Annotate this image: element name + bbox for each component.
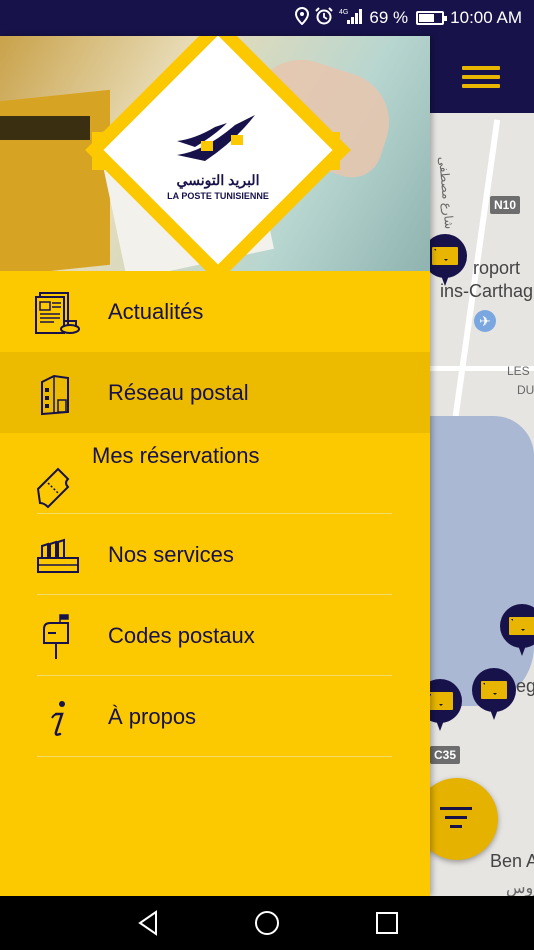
newspaper-icon <box>35 292 80 334</box>
menu-item-label: Mes réservations <box>92 443 260 468</box>
menu-item-label: Codes postaux <box>108 622 255 648</box>
post-office-pin[interactable] <box>430 234 467 288</box>
logo-latin-text: LA POSTE TUNISIENNE <box>167 191 269 201</box>
logo-arabic-text: البريد التونسي <box>176 172 260 188</box>
ticket-icon <box>36 467 70 509</box>
map-view[interactable]: شارع مصطفى N10 roport ins-Carthag ✈ LES … <box>430 36 534 896</box>
recents-icon[interactable] <box>372 908 402 938</box>
building-icon <box>41 374 69 416</box>
menu-item-reseau-postal[interactable]: Réseau postal <box>0 352 430 433</box>
menu-item-nos-services[interactable]: Nos services <box>0 514 430 595</box>
svg-text:4G: 4G <box>339 9 348 16</box>
map-label: eg <box>516 676 534 696</box>
map-header <box>430 36 534 113</box>
poste-logo-icon <box>177 115 255 161</box>
info-icon <box>51 701 65 736</box>
system-nav-bar <box>0 896 534 950</box>
menu-item-label: Nos services <box>108 541 234 567</box>
map-label: DU <box>517 383 534 397</box>
map-label: LES <box>507 364 530 378</box>
post-office-pin[interactable] <box>472 668 516 722</box>
menu-divider <box>37 756 392 757</box>
battery-level <box>419 14 435 22</box>
post-office-pin[interactable] <box>430 679 462 733</box>
location-icon <box>295 6 310 29</box>
clock: 10:00 AM <box>450 8 522 27</box>
list-menu-icon[interactable] <box>462 66 500 88</box>
battery-icon <box>416 11 448 25</box>
menu-item-actualites[interactable]: Actualités <box>0 271 430 352</box>
menu-item-label: Actualités <box>108 298 204 324</box>
navigation-drawer: البريد التونسي LA POSTE TUNISIENNE Actua… <box>0 36 430 896</box>
airport-icon: ✈ <box>474 310 496 332</box>
road-badge: N10 <box>490 196 521 214</box>
map-label: Ben A <box>490 851 534 871</box>
map-water <box>430 416 534 706</box>
menu-item-a-propos[interactable]: À propos <box>0 676 430 757</box>
menu-item-codes-postaux[interactable]: Codes postaux <box>0 595 430 676</box>
alarm-icon <box>315 7 334 29</box>
home-icon[interactable] <box>252 908 282 938</box>
battery-percent: 69 % <box>369 8 409 27</box>
signal-icon: 4G <box>339 7 363 29</box>
status-bar: 4G 69 % 10:00 AM <box>0 0 534 36</box>
filter-button[interactable] <box>430 778 498 860</box>
back-icon[interactable] <box>134 908 164 938</box>
drawer-menu: Actualités Réseau postal Mes réservation… <box>0 271 430 757</box>
header-photo-slot <box>0 116 90 140</box>
menu-item-label: Réseau postal <box>108 379 249 405</box>
mailbox-icon <box>43 614 69 659</box>
app-screen: 4G 69 % 10:00 AM شارع مصطفى N10 roport i… <box>0 0 534 950</box>
map-label: شارع مصطفى <box>436 156 457 230</box>
menu-item-label: À propos <box>108 703 197 729</box>
filter-icon <box>440 807 472 810</box>
filter-icon-line <box>450 825 462 828</box>
mail-tray-icon <box>37 538 79 573</box>
filter-icon-line <box>445 816 467 819</box>
post-office-pin[interactable] <box>500 604 534 658</box>
road-badge: C35 <box>430 746 461 764</box>
menu-item-mes-reservations[interactable]: Mes réservations <box>0 433 430 514</box>
map-label: roport <box>473 258 521 278</box>
map-label: ـروس <box>506 880 534 896</box>
drawer-header: البريد التونسي LA POSTE TUNISIENNE <box>0 36 430 271</box>
